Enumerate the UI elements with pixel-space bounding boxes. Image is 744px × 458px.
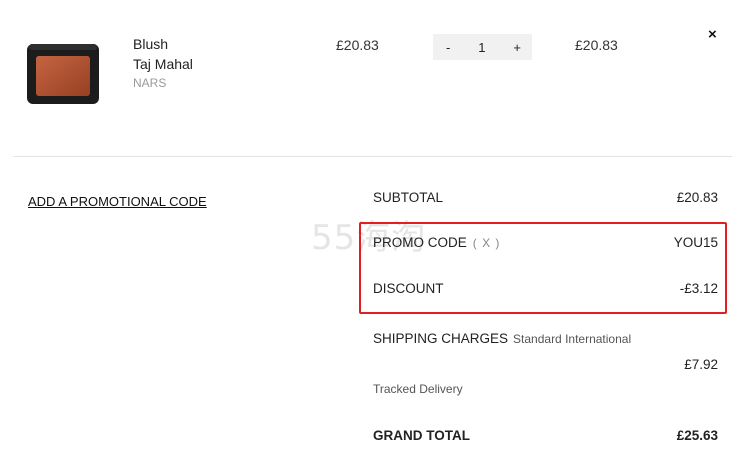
product-image xyxy=(26,42,100,106)
unit-price: £20.83 xyxy=(336,37,379,53)
shipping-row-label: SHIPPING CHARGES Standard International xyxy=(373,331,631,346)
grand-total-label: GRAND TOTAL xyxy=(373,428,470,443)
highlight-box xyxy=(359,222,727,314)
quantity-stepper: - 1 + xyxy=(433,34,532,60)
shipping-note: Tracked Delivery xyxy=(373,382,463,396)
product-name[interactable]: Blush xyxy=(133,36,168,52)
subtotal-value: £20.83 xyxy=(676,190,718,205)
quantity-decrement-button[interactable]: - xyxy=(446,40,450,55)
shipping-value: £7.92 xyxy=(684,357,718,372)
quantity-value[interactable]: 1 xyxy=(478,40,485,55)
quantity-increment-button[interactable]: + xyxy=(513,40,521,55)
divider xyxy=(13,156,732,157)
subtotal-label: SUBTOTAL xyxy=(373,190,444,205)
product-brand: NARS xyxy=(133,76,167,90)
close-icon[interactable]: × xyxy=(708,26,717,43)
shipping-charges-label: SHIPPING CHARGES xyxy=(373,331,509,346)
grand-total-value: £25.63 xyxy=(676,428,718,443)
add-promo-code-link[interactable]: ADD A PROMOTIONAL CODE xyxy=(28,194,207,209)
remove-item-button[interactable]: × xyxy=(708,26,717,43)
shipping-method: Standard International xyxy=(513,332,632,346)
product-shade: Taj Mahal xyxy=(133,56,193,72)
line-total-price: £20.83 xyxy=(575,37,618,53)
